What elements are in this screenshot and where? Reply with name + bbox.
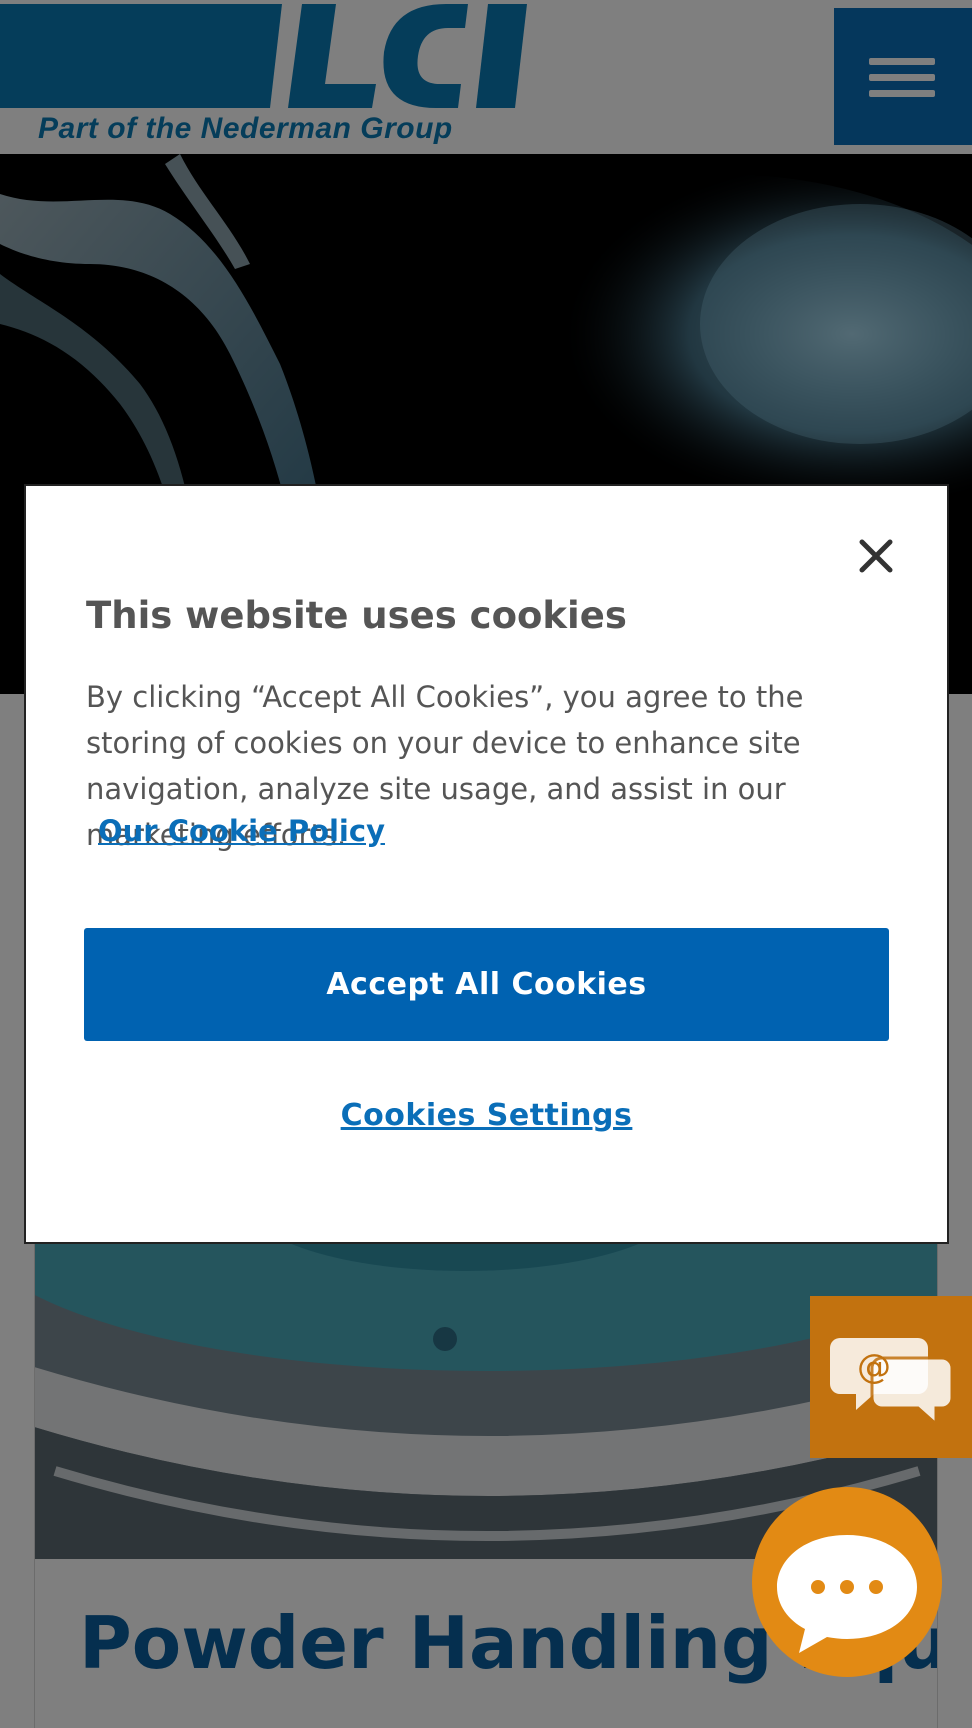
close-dialog-button[interactable] bbox=[850, 530, 902, 582]
live-chat-button[interactable] bbox=[752, 1487, 942, 1677]
accept-all-cookies-button[interactable]: Accept All Cookies bbox=[84, 928, 889, 1041]
close-icon bbox=[859, 539, 893, 573]
cookie-policy-link[interactable]: Our Cookie Policy bbox=[98, 814, 385, 848]
cookies-settings-link[interactable]: Cookies Settings bbox=[28, 1098, 945, 1133]
cookie-dialog-title: This website uses cookies bbox=[86, 594, 627, 637]
chat-bubble-icon bbox=[777, 1535, 917, 1653]
cookie-consent-dialog: This website uses cookies By clicking “A… bbox=[24, 484, 949, 1244]
email-chat-icon: @ bbox=[830, 1338, 954, 1428]
email-contact-button[interactable]: @ bbox=[810, 1296, 972, 1458]
svg-text:@: @ bbox=[857, 1347, 891, 1387]
